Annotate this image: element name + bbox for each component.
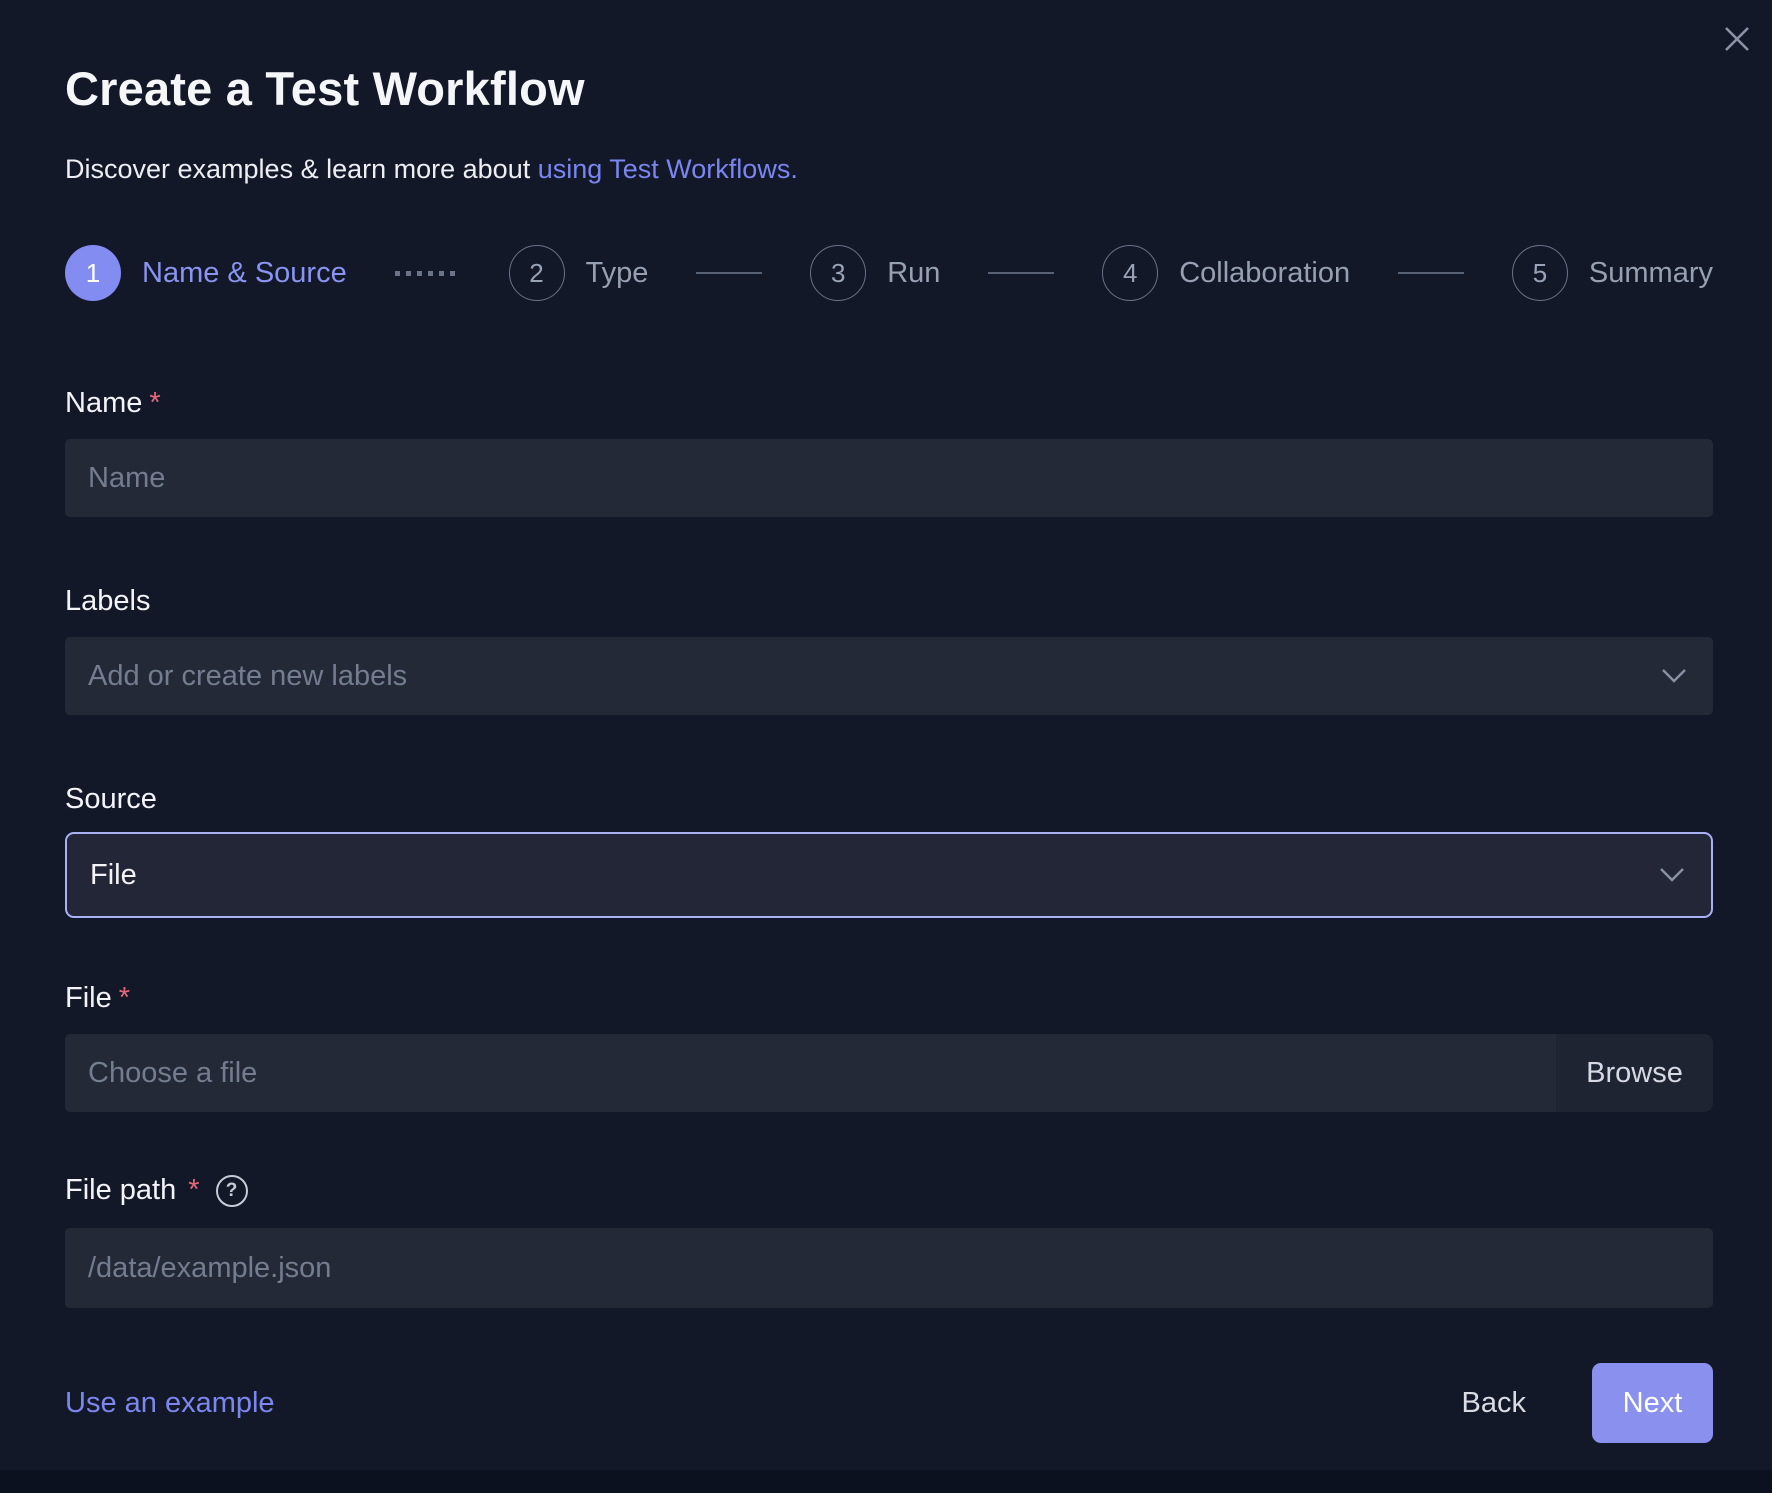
stepper-connector xyxy=(1398,272,1464,274)
stepper-connector-dotted xyxy=(395,271,461,276)
wizard-stepper: 1 Name & Source 2 Type 3 Run 4 Collabora… xyxy=(65,245,1713,301)
use-example-link[interactable]: Use an example xyxy=(65,1387,275,1420)
labels-input[interactable] xyxy=(65,637,1713,715)
step-label: Type xyxy=(586,257,649,290)
label-text: Name xyxy=(65,387,142,420)
stepper-step-summary[interactable]: 5 Summary xyxy=(1512,245,1713,301)
step-label: Collaboration xyxy=(1179,257,1350,290)
name-input[interactable] xyxy=(65,439,1713,517)
step-label: Summary xyxy=(1589,257,1713,290)
label-text: Source xyxy=(65,783,157,816)
label-text: File xyxy=(65,982,112,1015)
close-icon[interactable] xyxy=(1720,22,1754,56)
page-background: { "dialog": { "title": "Create a Test Wo… xyxy=(0,0,1772,1493)
browse-button[interactable]: Browse xyxy=(1556,1034,1713,1112)
file-field-label: File* xyxy=(65,982,1713,1015)
page-title: Create a Test Workflow xyxy=(65,62,1713,116)
back-button[interactable]: Back xyxy=(1420,1363,1568,1443)
stepper-step-collaboration[interactable]: 4 Collaboration xyxy=(1102,245,1350,301)
stepper-connector xyxy=(988,272,1054,274)
step-label: Run xyxy=(887,257,940,290)
stepper-connector xyxy=(696,272,762,274)
required-asterisk: * xyxy=(149,387,160,420)
step-number-badge: 4 xyxy=(1102,245,1158,301)
source-field-label: Source xyxy=(65,783,1713,816)
file-path-input[interactable] xyxy=(65,1228,1713,1308)
dialog-footer: Use an example Back Next xyxy=(65,1363,1713,1443)
label-text: Labels xyxy=(65,585,150,618)
name-field-label: Name* xyxy=(65,387,1713,420)
next-button[interactable]: Next xyxy=(1592,1363,1713,1443)
label-text: File path xyxy=(65,1174,176,1207)
footer-buttons: Back Next xyxy=(1420,1363,1713,1443)
test-workflows-docs-link[interactable]: using Test Workflows. xyxy=(538,154,798,184)
create-test-workflow-dialog: Create a Test Workflow Discover examples… xyxy=(0,0,1772,1470)
step-number-badge: 2 xyxy=(509,245,565,301)
stepper-step-type[interactable]: 2 Type xyxy=(509,245,649,301)
step-number-badge: 3 xyxy=(810,245,866,301)
step-label: Name & Source xyxy=(142,257,347,290)
stepper-step-name-source[interactable]: 1 Name & Source xyxy=(65,245,347,301)
labels-field-label: Labels xyxy=(65,585,1713,618)
source-selected-value: File xyxy=(90,859,137,892)
file-picker-row: Browse xyxy=(65,1034,1713,1112)
step-number-badge: 1 xyxy=(65,245,121,301)
source-select[interactable]: File xyxy=(65,832,1713,918)
stepper-step-run[interactable]: 3 Run xyxy=(810,245,940,301)
labels-select[interactable] xyxy=(65,637,1713,715)
required-asterisk: * xyxy=(188,1174,199,1207)
help-icon[interactable]: ? xyxy=(216,1175,248,1207)
subtitle-text: Discover examples & learn more about xyxy=(65,154,538,184)
required-asterisk: * xyxy=(119,982,130,1015)
chevron-down-icon xyxy=(1659,867,1685,883)
subtitle: Discover examples & learn more about usi… xyxy=(65,154,1713,185)
step-number-badge: 5 xyxy=(1512,245,1568,301)
file-path-field-label: File path * ? xyxy=(65,1174,1713,1207)
file-input[interactable] xyxy=(65,1034,1556,1112)
